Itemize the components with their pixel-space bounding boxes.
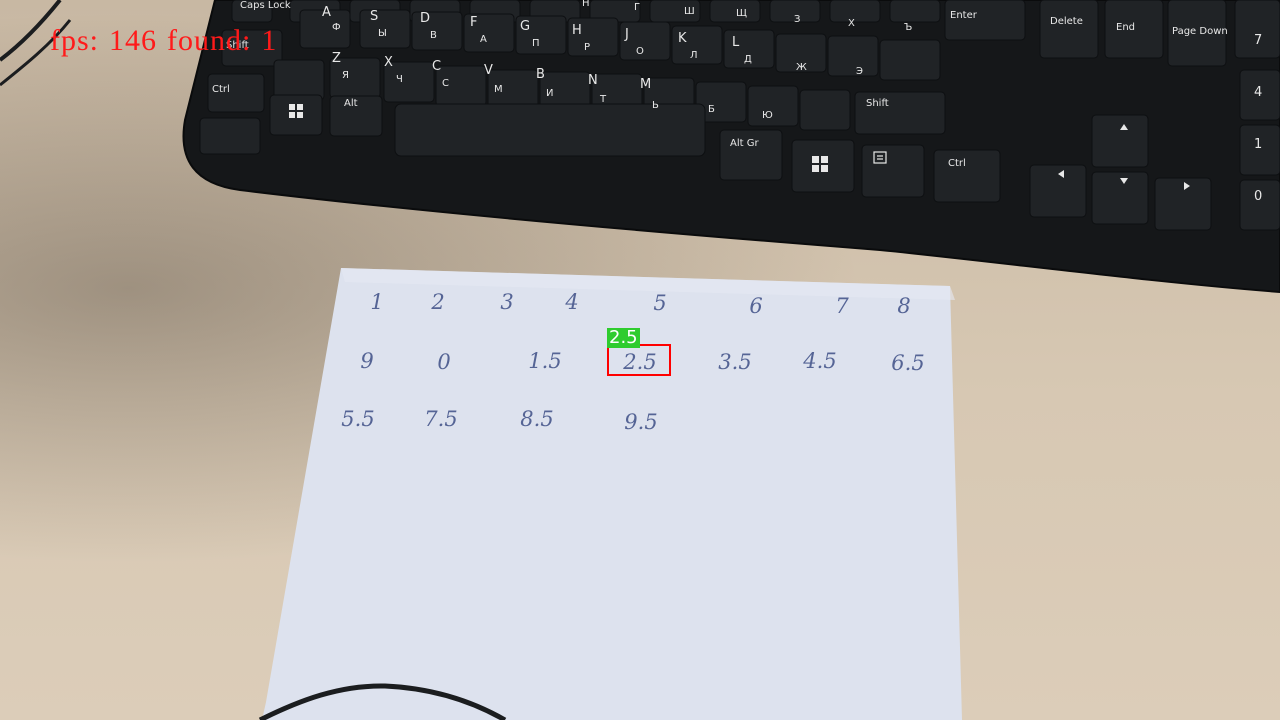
fps-overlay: fps: 146 found: 1: [50, 24, 287, 58]
fps-label: fps:: [50, 24, 99, 57]
found-value: 1: [261, 24, 278, 57]
detection-bounding-box: [607, 344, 671, 376]
detection-label: 2.5: [607, 327, 640, 348]
found-label: found:: [167, 24, 252, 57]
camera-frame: Caps Lock A Ф S Ы D В F А G П H Р J О K …: [0, 0, 1280, 720]
fps-value: 146: [109, 24, 157, 57]
